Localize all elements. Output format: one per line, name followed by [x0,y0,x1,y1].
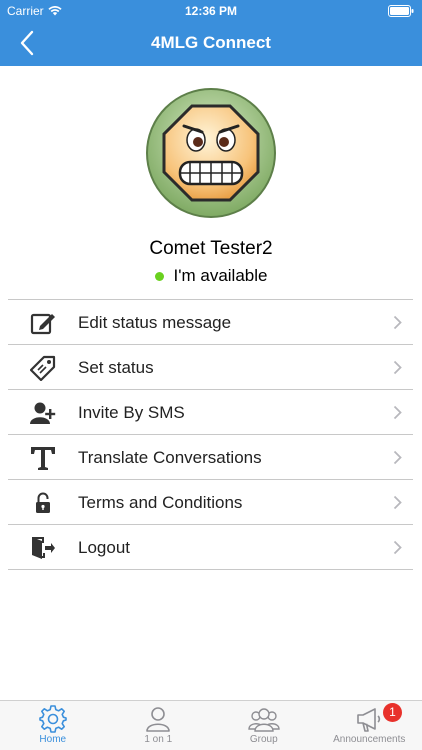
settings-menu: Edit status message Set status Invite By… [8,299,413,570]
tab-label: Group [249,734,278,745]
tab-bar: Home 1 on 1 Group 1 Announcements [0,700,422,750]
edit-icon [30,310,56,336]
megaphone-icon [357,708,381,732]
gear-icon [38,705,67,733]
tag-icon [30,355,56,381]
menu-item-terms-and-conditions[interactable]: Terms and Conditions [8,480,413,525]
menu-item-label: Terms and Conditions [78,493,243,512]
user-icon [146,707,171,732]
chevron-right-icon [393,495,402,510]
tab-group[interactable]: Group [211,701,317,750]
profile-name: Comet Tester2 [149,238,273,259]
notification-badge: 1 [382,703,402,722]
menu-item-label: Set status [78,358,154,377]
group-icon [248,708,280,732]
menu-item-set-status[interactable]: Set status [8,345,413,390]
menu-item-logout[interactable]: Logout [8,525,413,570]
menu-item-invite-by-sms[interactable]: Invite By SMS [8,390,413,435]
tab-1-on-1[interactable]: 1 on 1 [106,701,212,750]
presence-status-label: I'm available [173,266,268,285]
clock: 12:36 PM [184,4,238,18]
menu-item-translate-conversations[interactable]: Translate Conversations [8,435,413,480]
chevron-right-icon [393,405,402,420]
chevron-right-icon [393,450,402,465]
navigation-bar: 4MLG Connect [0,22,422,66]
status-bar: Carrier 12:36 PM [0,0,422,22]
tab-label: Announcements [333,734,406,745]
page-title: 4MLG Connect [151,33,271,52]
status-dot-icon [154,271,164,281]
logout-icon [30,535,56,561]
menu-item-label: Edit status message [78,313,232,332]
menu-item-label: Invite By SMS [78,403,185,422]
menu-item-label: Logout [78,538,130,557]
tab-home[interactable]: Home [0,701,106,750]
presence-status: I'm available [0,266,422,286]
chevron-right-icon [393,540,402,555]
battery-icon [388,5,414,17]
grimacing-face-icon [146,88,276,218]
chevron-right-icon [393,360,402,375]
menu-item-label: Translate Conversations [78,448,262,467]
tab-announcements[interactable]: 1 Announcements [317,701,422,750]
lock-icon [30,490,56,516]
tab-label: Home [39,734,67,745]
menu-item-edit-status-message[interactable]: Edit status message [8,300,413,345]
text-t-icon [30,445,56,471]
chevron-right-icon [393,315,402,330]
avatar[interactable] [144,86,278,220]
tab-label: 1 on 1 [144,734,173,745]
add-user-icon [30,400,56,426]
